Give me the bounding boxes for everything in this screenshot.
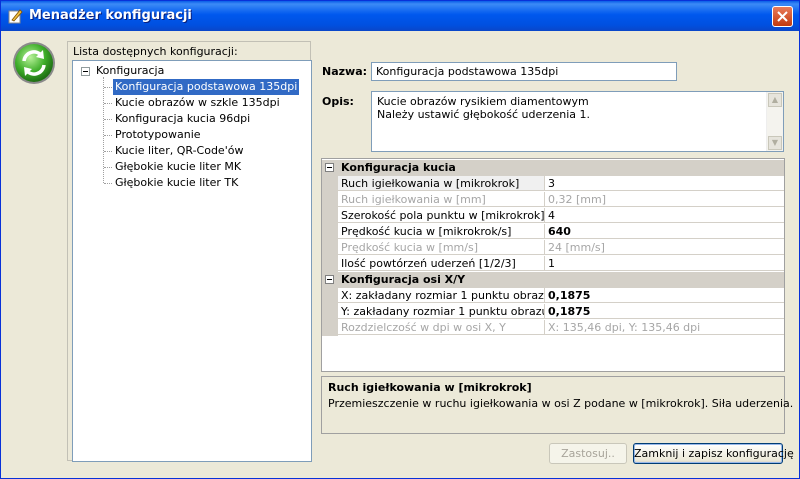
category-collapse-toggle[interactable]: [325, 275, 334, 284]
property-grid[interactable]: Konfiguracja kucia Ruch igiełkowania w […: [321, 158, 785, 372]
property-help-panel: Ruch igiełkowania w [mikrokrok] Przemies…: [321, 376, 793, 434]
grid-category[interactable]: Konfiguracja kucia: [322, 160, 784, 176]
description-label: Opis:: [322, 95, 354, 108]
property-value[interactable]: 4: [545, 208, 784, 223]
config-tree[interactable]: Konfiguracja Konfiguracja podstawowa 135…: [72, 60, 312, 462]
grid-category[interactable]: Konfiguracja osi X/Y: [322, 272, 784, 288]
tree-root[interactable]: Konfiguracja: [96, 64, 164, 77]
grid-row[interactable]: Rozdzielczość w dpi w osi X, Y X: 135,46…: [322, 320, 784, 336]
close-icon: [777, 11, 788, 22]
property-name: Szerokość pola punktu w [mikrokrok]: [338, 208, 545, 223]
description-scrollbar[interactable]: ▲ ▼: [766, 92, 783, 151]
scroll-up-icon[interactable]: ▲: [768, 93, 782, 107]
property-value[interactable]: 0,1875: [545, 304, 784, 319]
description-line: Należy ustawić głębokość uderzenia 1.: [377, 108, 591, 121]
category-label: Konfiguracja kucia: [341, 161, 456, 174]
tree-item[interactable]: Konfiguracja kucia 96dpi: [113, 111, 252, 127]
pencil-icon: [7, 8, 23, 24]
refresh-icon: [12, 41, 56, 85]
grid-row[interactable]: X: zakładany rozmiar 1 punktu obrazu. (m…: [322, 288, 784, 304]
property-value[interactable]: 0,1875: [545, 288, 784, 303]
category-label: Konfiguracja osi X/Y: [341, 273, 466, 286]
tree-item[interactable]: Głębokie kucie liter TK: [113, 175, 240, 191]
apply-button[interactable]: Zastosuj..: [549, 443, 627, 464]
tree-item[interactable]: Konfiguracja podstawowa 135dpi: [113, 79, 300, 95]
property-name: Ilość powtórzeń uderzeń [1/2/3]: [338, 256, 545, 271]
grid-row[interactable]: Y: zakładany rozmiar 1 punktu obrazu. (m…: [322, 304, 784, 320]
config-manager-window: Menadżer konfiguracji Lista dostępnych k…: [0, 0, 800, 479]
property-name: Rozdzielczość w dpi w osi X, Y: [338, 320, 545, 335]
config-list-label: Lista dostępnych konfiguracji:: [73, 45, 238, 58]
property-value: X: 135,46 dpi, Y: 135,46 dpi: [545, 320, 784, 335]
property-name: X: zakładany rozmiar 1 punktu obrazu. (m…: [338, 288, 545, 303]
help-title: Ruch igiełkowania w [mikrokrok]: [328, 381, 532, 394]
property-name: Ruch igiełkowania w [mm]: [338, 192, 545, 207]
description-line: Kucie obrazów rysikiem diamentowym: [377, 95, 589, 108]
tree-item[interactable]: Głębokie kucie liter MK: [113, 159, 243, 175]
close-button[interactable]: [772, 6, 793, 27]
category-collapse-toggle[interactable]: [325, 163, 334, 172]
property-value[interactable]: 3: [545, 176, 784, 191]
tree-collapse-toggle[interactable]: [81, 67, 90, 76]
window-title: Menadżer konfiguracji: [29, 8, 192, 23]
description-field[interactable]: Kucie obrazów rysikiem diamentowym Należ…: [371, 91, 784, 152]
grid-row[interactable]: Prędkość kucia w [mm/s] 24 [mm/s]: [322, 240, 784, 256]
tree-item[interactable]: Kucie liter, QR-Code'ów: [113, 143, 245, 159]
help-text: Przemieszczenie w ruchu igiełkowania w o…: [328, 397, 794, 410]
property-value[interactable]: 1: [545, 256, 784, 271]
property-name: Prędkość kucia w [mikrokrok/s]: [338, 224, 545, 239]
close-and-save-button[interactable]: Zamknij i zapisz konfigurację: [633, 443, 794, 464]
grid-row[interactable]: Prędkość kucia w [mikrokrok/s] 640: [322, 224, 784, 240]
property-name: Prędkość kucia w [mm/s]: [338, 240, 545, 255]
property-value: 0,32 [mm]: [545, 192, 784, 207]
tree-item[interactable]: Prototypowanie: [113, 127, 203, 143]
grid-row[interactable]: Ilość powtórzeń uderzeń [1/2/3] 1: [322, 256, 784, 272]
property-value: 24 [mm/s]: [545, 240, 784, 255]
scroll-down-icon[interactable]: ▼: [768, 136, 782, 150]
tree-item[interactable]: Kucie obrazów w szkle 135dpi: [113, 95, 282, 111]
grid-row[interactable]: Ruch igiełkowania w [mm] 0,32 [mm]: [322, 192, 784, 208]
name-field[interactable]: Konfiguracja podstawowa 135dpi: [371, 62, 677, 81]
property-name: Y: zakładany rozmiar 1 punktu obrazu. (m…: [338, 304, 545, 319]
property-name: Ruch igiełkowania w [mikrokrok]: [338, 176, 545, 191]
grid-row[interactable]: Szerokość pola punktu w [mikrokrok] 4: [322, 208, 784, 224]
property-value[interactable]: 640: [545, 224, 784, 239]
grid-row[interactable]: Ruch igiełkowania w [mikrokrok] 3: [322, 176, 784, 192]
title-bar[interactable]: Menadżer konfiguracji: [1, 1, 799, 31]
name-label: Nazwa:: [322, 65, 368, 78]
